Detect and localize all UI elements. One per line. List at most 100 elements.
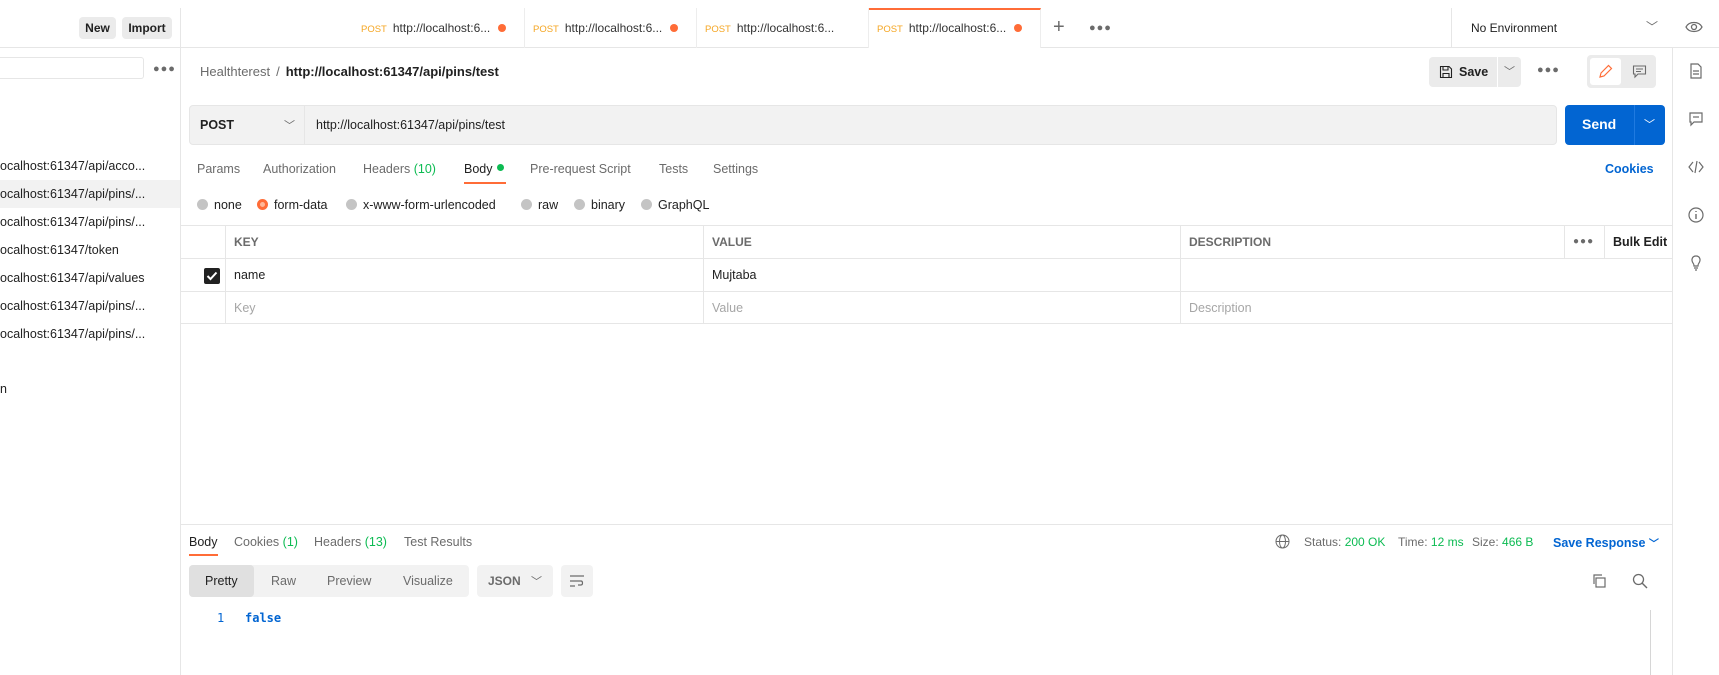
sidebar-item[interactable]: ocalhost:61347/api/acco... <box>0 152 180 180</box>
url-input[interactable]: http://localhost:61347/api/pins/test <box>316 118 505 132</box>
send-options-chevron-icon[interactable]: ﹀ <box>1644 116 1655 132</box>
eye-icon[interactable] <box>1685 20 1703 34</box>
comments-icon[interactable] <box>1687 110 1705 128</box>
tab-authorization[interactable]: Authorization <box>263 162 336 176</box>
time-label: Time: <box>1398 535 1428 549</box>
response-tab-body[interactable]: Body <box>189 535 218 549</box>
radio-graphql[interactable]: GraphQL <box>641 198 709 212</box>
tab-settings[interactable]: Settings <box>713 162 758 176</box>
radio-label: x-www-form-urlencoded <box>363 198 496 212</box>
tab-more-icon[interactable]: ●●● <box>1089 22 1112 34</box>
headers-count: (10) <box>413 162 436 176</box>
cookies-link[interactable]: Cookies <box>1605 162 1654 176</box>
tab-body[interactable]: Body <box>464 162 504 176</box>
table-row: name Mujtaba <box>181 258 1672 291</box>
save-options-chevron-icon[interactable]: ﹀ <box>1498 57 1521 87</box>
save-response-button[interactable]: Save Response ﹀ <box>1553 535 1659 550</box>
radio-circle-icon <box>521 199 532 210</box>
radio-x-www-form-urlencoded[interactable]: x-www-form-urlencoded <box>346 198 496 212</box>
response-time[interactable]: Time: 12 ms <box>1398 535 1464 549</box>
column-header-value: VALUE <box>703 226 1180 258</box>
globe-icon[interactable] <box>1275 534 1290 549</box>
language-label: JSON <box>488 574 521 588</box>
sidebar-item[interactable]: ocalhost:61347/api/pins/... <box>0 208 180 236</box>
format-raw[interactable]: Raw <box>271 565 296 597</box>
environment-selector[interactable]: No Environment ﹀ <box>1451 8 1674 48</box>
response-status[interactable]: Status: 200 OK <box>1304 535 1385 549</box>
code-icon[interactable] <box>1687 158 1705 176</box>
sidebar-item-active[interactable]: ocalhost:61347/api/pins/... <box>0 180 180 208</box>
format-visualize[interactable]: Visualize <box>403 565 453 597</box>
editor-scrollbar[interactable] <box>1650 610 1651 675</box>
method-select[interactable]: POST ﹀ <box>190 106 305 144</box>
request-tab-active[interactable]: POST http://localhost:6... <box>869 8 1041 48</box>
sidebar-search-input[interactable] <box>0 57 144 79</box>
sidebar-item[interactable]: ocalhost:61347/api/pins/... <box>0 320 180 348</box>
url-bar: POST ﹀ http://localhost:61347/api/pins/t… <box>189 105 1557 145</box>
tab-params[interactable]: Params <box>197 162 240 176</box>
row-description[interactable] <box>1180 259 1672 291</box>
response-tab-cookies[interactable]: Cookies (1) <box>234 535 298 549</box>
import-button[interactable]: Import <box>122 17 172 39</box>
unsaved-dot-icon <box>498 24 507 32</box>
response-tab-headers-label: Headers <box>314 535 362 549</box>
time-value: 12 ms <box>1430 535 1464 549</box>
sidebar-item-fragment[interactable]: n <box>0 382 7 396</box>
description-input[interactable]: Description <box>1180 292 1672 324</box>
response-tab-test-results[interactable]: Test Results <box>404 535 472 549</box>
sidebar-item[interactable]: ocalhost:61347/api/pins/... <box>0 292 180 320</box>
request-name[interactable]: http://localhost:61347/api/pins/test <box>286 64 499 79</box>
radio-none[interactable]: none <box>197 198 242 212</box>
sidebar: New Import ●●● ocalhost:61347/api/acco..… <box>0 8 181 675</box>
send-button[interactable]: Send ﹀ <box>1565 105 1665 145</box>
comment-mode-icon[interactable] <box>1632 64 1647 79</box>
response-tab-headers[interactable]: Headers (13) <box>314 535 387 549</box>
radio-raw[interactable]: raw <box>521 198 558 212</box>
request-more-icon[interactable]: ●●● <box>1537 64 1560 76</box>
request-tab[interactable]: POST http://localhost:6... <box>525 8 697 48</box>
format-pretty[interactable]: Pretty <box>189 565 254 597</box>
info-icon[interactable] <box>1687 206 1705 224</box>
lightbulb-icon[interactable] <box>1687 254 1705 272</box>
table-more-icon[interactable]: ●●● <box>1564 226 1604 258</box>
response-format-tabs: Pretty Raw Preview Visualize <box>189 565 469 597</box>
language-select[interactable]: JSON ﹀ <box>477 565 553 597</box>
edit-mode-button[interactable] <box>1590 58 1621 85</box>
value-input[interactable]: Value <box>703 292 1180 324</box>
request-tab[interactable]: POST http://localhost:6... <box>697 8 869 48</box>
row-value[interactable]: Mujtaba <box>703 259 1180 291</box>
wrap-lines-button[interactable] <box>561 565 593 597</box>
send-divider <box>1634 105 1635 145</box>
key-input[interactable]: Key <box>225 292 703 324</box>
radio-form-data[interactable]: form-data <box>257 198 328 212</box>
tab-pre-request-script[interactable]: Pre-request Script <box>530 162 631 176</box>
radio-label: raw <box>538 198 559 212</box>
request-tab[interactable]: POST http://localhost:6... <box>353 8 525 48</box>
response-divider[interactable] <box>181 524 1672 525</box>
radio-binary[interactable]: binary <box>574 198 625 212</box>
chevron-down-icon: ﹀ <box>1646 20 1659 34</box>
new-button[interactable]: New <box>79 17 116 39</box>
response-size[interactable]: Size: 466 B <box>1472 535 1533 549</box>
radio-circle-icon <box>346 199 357 210</box>
column-header-description: DESCRIPTION <box>1180 226 1564 258</box>
new-tab-plus-icon[interactable]: + <box>1053 17 1065 37</box>
tab-headers[interactable]: Headers (10) <box>363 162 436 176</box>
sidebar-item[interactable]: ocalhost:61347/api/values <box>0 264 180 292</box>
bulk-edit-button[interactable]: Bulk Edit <box>1604 226 1672 258</box>
sidebar-more-icon[interactable]: ●●● <box>153 63 176 75</box>
save-label: Save <box>1459 65 1489 79</box>
sidebar-item[interactable]: ocalhost:61347/token <box>0 236 180 264</box>
table-header-row: KEY VALUE DESCRIPTION ●●● Bulk Edit <box>181 225 1672 258</box>
search-icon[interactable] <box>1632 573 1648 589</box>
row-checkbox[interactable] <box>204 268 220 284</box>
documentation-icon[interactable] <box>1687 62 1705 80</box>
breadcrumb-collection[interactable]: Healthterest <box>200 64 270 79</box>
tab-tests[interactable]: Tests <box>659 162 688 176</box>
sidebar-header: New Import <box>0 8 180 48</box>
save-response-label: Save Response <box>1553 536 1646 550</box>
row-key[interactable]: name <box>225 259 703 291</box>
copy-icon[interactable] <box>1591 573 1607 589</box>
save-button[interactable]: Save <box>1429 57 1497 87</box>
format-preview[interactable]: Preview <box>327 565 371 597</box>
